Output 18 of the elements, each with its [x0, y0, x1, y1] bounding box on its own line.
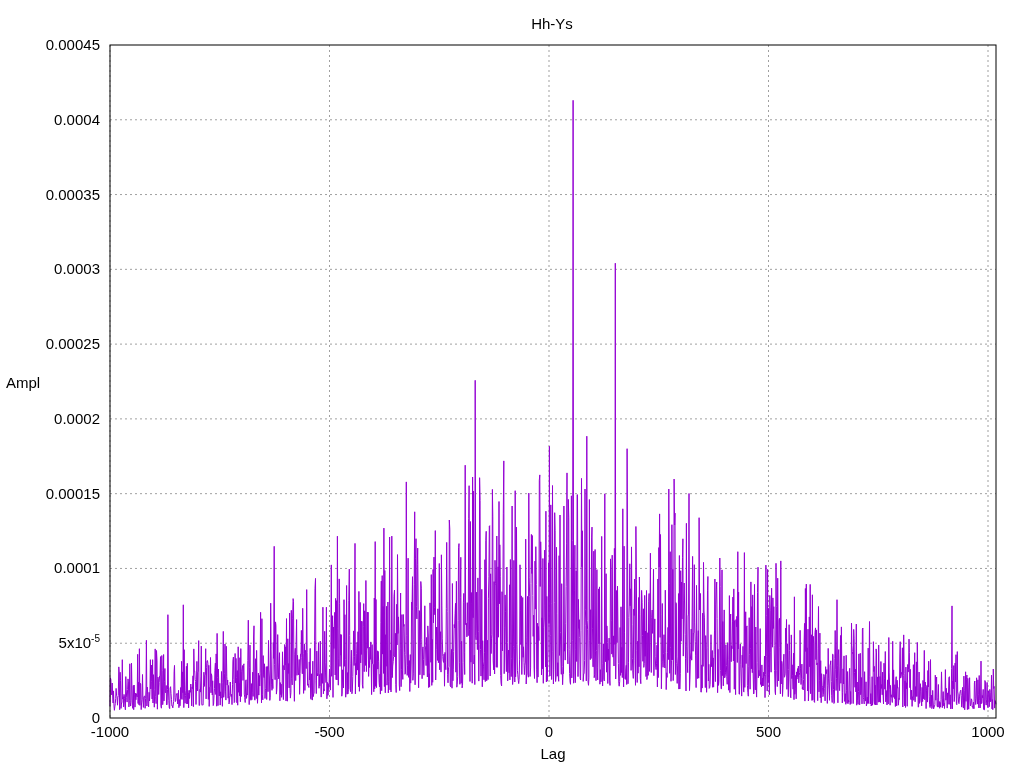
- y-tick-label: 0.0003: [54, 261, 100, 277]
- y-tick-label: 0.0001: [54, 560, 100, 576]
- y-tick-label: 0.00015: [45, 485, 100, 501]
- y-tick-label: 5x10$^{-5}$: [58, 635, 100, 651]
- x-tick-label: 1000: [971, 724, 1005, 739]
- y-tick-label: 0.0002: [54, 410, 100, 426]
- x-tick-label: -500: [314, 724, 345, 739]
- x-tick-label: 0: [544, 724, 554, 739]
- y-tick-label: 0.00025: [45, 336, 100, 352]
- y-tick-label: 0.0004: [54, 111, 100, 127]
- y-tick-label: 0: [91, 710, 100, 725]
- y-tick-label: 0.00035: [45, 186, 100, 202]
- x-tick-label: 500: [756, 724, 781, 739]
- y-tick-label: 0.00045: [45, 37, 100, 52]
- chart-title: Hh-Ys: [531, 16, 573, 31]
- x-tick-label: -1000: [90, 724, 130, 739]
- x-axis-label: Lag: [540, 746, 566, 761]
- y-axis-label: Ampl: [6, 374, 41, 390]
